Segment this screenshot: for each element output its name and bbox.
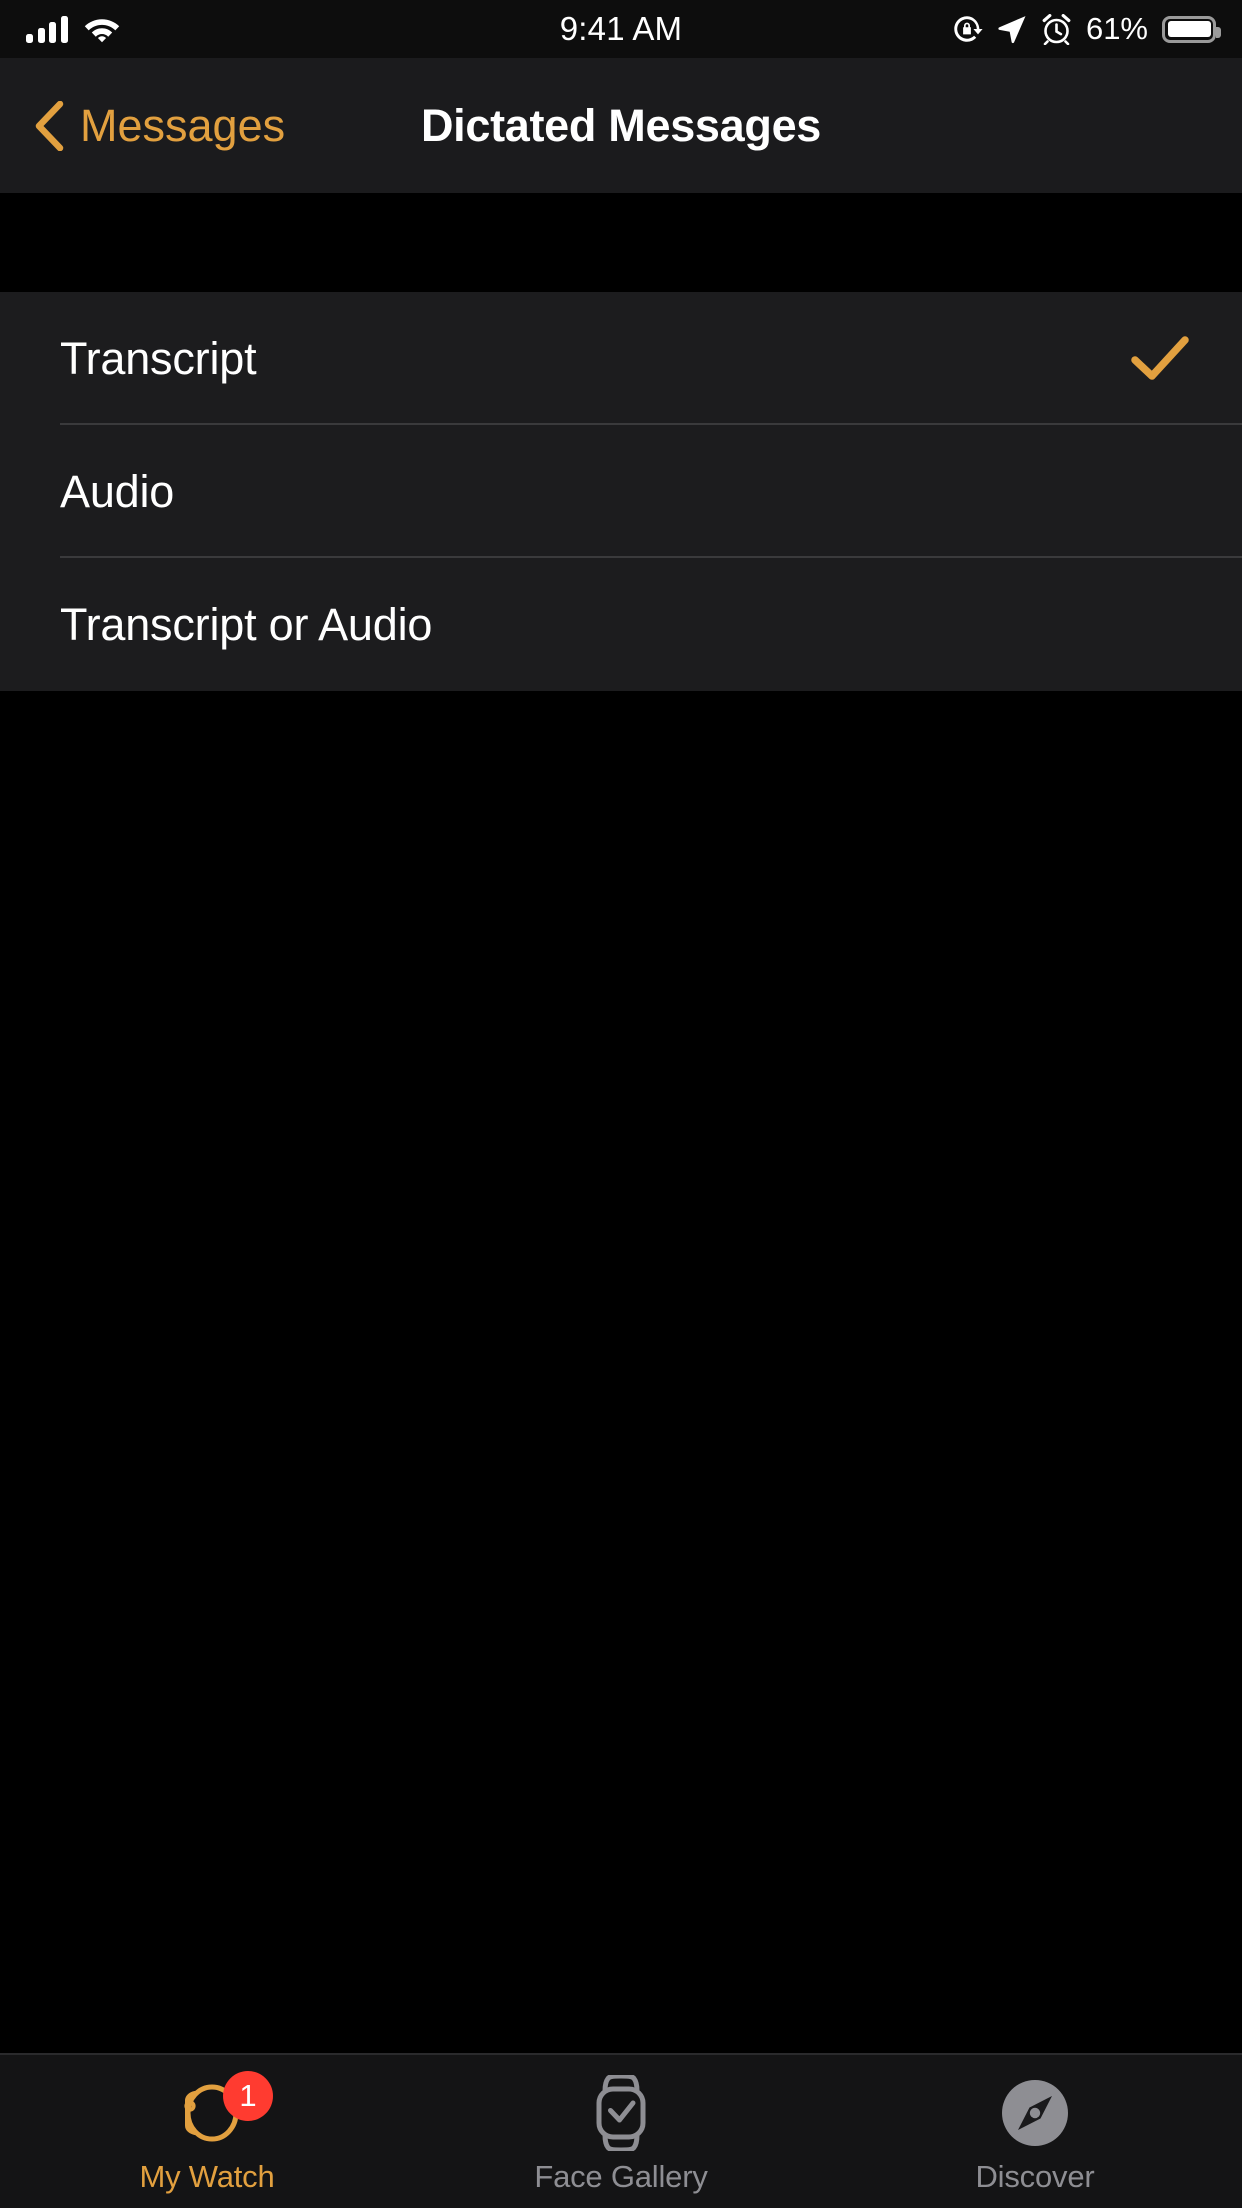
list-item[interactable]: Transcript or Audio — [0, 558, 1242, 691]
app-screen: 9:41 AM 61% Messages Dictated Messages T… — [0, 0, 1242, 2208]
status-bar-right: 61% — [951, 11, 1221, 47]
content-area: Transcript Audio Transcript or Audio — [0, 193, 1242, 2053]
list-item[interactable]: Transcript — [0, 292, 1242, 425]
status-bar-clock: 9:41 AM — [559, 10, 683, 47]
tab-discover[interactable]: Discover — [828, 2055, 1242, 2208]
tab-face-gallery[interactable]: Face Gallery — [414, 2055, 828, 2208]
wifi-icon — [84, 15, 120, 43]
list-item-label: Audio — [60, 465, 175, 517]
tab-face-gallery-icon-wrap — [588, 2074, 654, 2151]
tab-my-watch-label: My Watch — [139, 2158, 275, 2194]
battery-icon — [1162, 15, 1221, 43]
status-bar: 9:41 AM 61% — [0, 0, 1242, 58]
list-item-label: Transcript or Audio — [60, 598, 433, 650]
navigation-bar: Messages Dictated Messages — [0, 58, 1242, 193]
compass-icon — [999, 2077, 1071, 2149]
tab-bar: 1 My Watch Face Gallery Discover — [0, 2053, 1242, 2208]
tab-discover-icon-wrap — [999, 2075, 1071, 2151]
tab-discover-label: Discover — [975, 2158, 1095, 2194]
checkmark-icon — [1130, 334, 1190, 384]
options-list: Transcript Audio Transcript or Audio — [0, 292, 1242, 691]
location-arrow-icon — [997, 14, 1027, 44]
signal-bars-icon — [26, 15, 68, 43]
list-item[interactable]: Audio — [0, 425, 1242, 558]
list-item-label: Transcript — [60, 332, 257, 384]
tab-face-gallery-label: Face Gallery — [534, 2158, 708, 2194]
page-title: Dictated Messages — [420, 99, 822, 151]
tab-badge: 1 — [223, 2070, 273, 2121]
rotation-lock-icon — [951, 13, 983, 45]
tab-my-watch-icon-wrap: 1 — [171, 2070, 273, 2151]
battery-percentage: 61% — [1085, 11, 1148, 46]
watch-face-icon — [588, 2074, 654, 2151]
status-bar-left — [26, 15, 120, 43]
tab-my-watch[interactable]: 1 My Watch — [0, 2055, 414, 2208]
alarm-clock-icon — [1041, 13, 1072, 45]
